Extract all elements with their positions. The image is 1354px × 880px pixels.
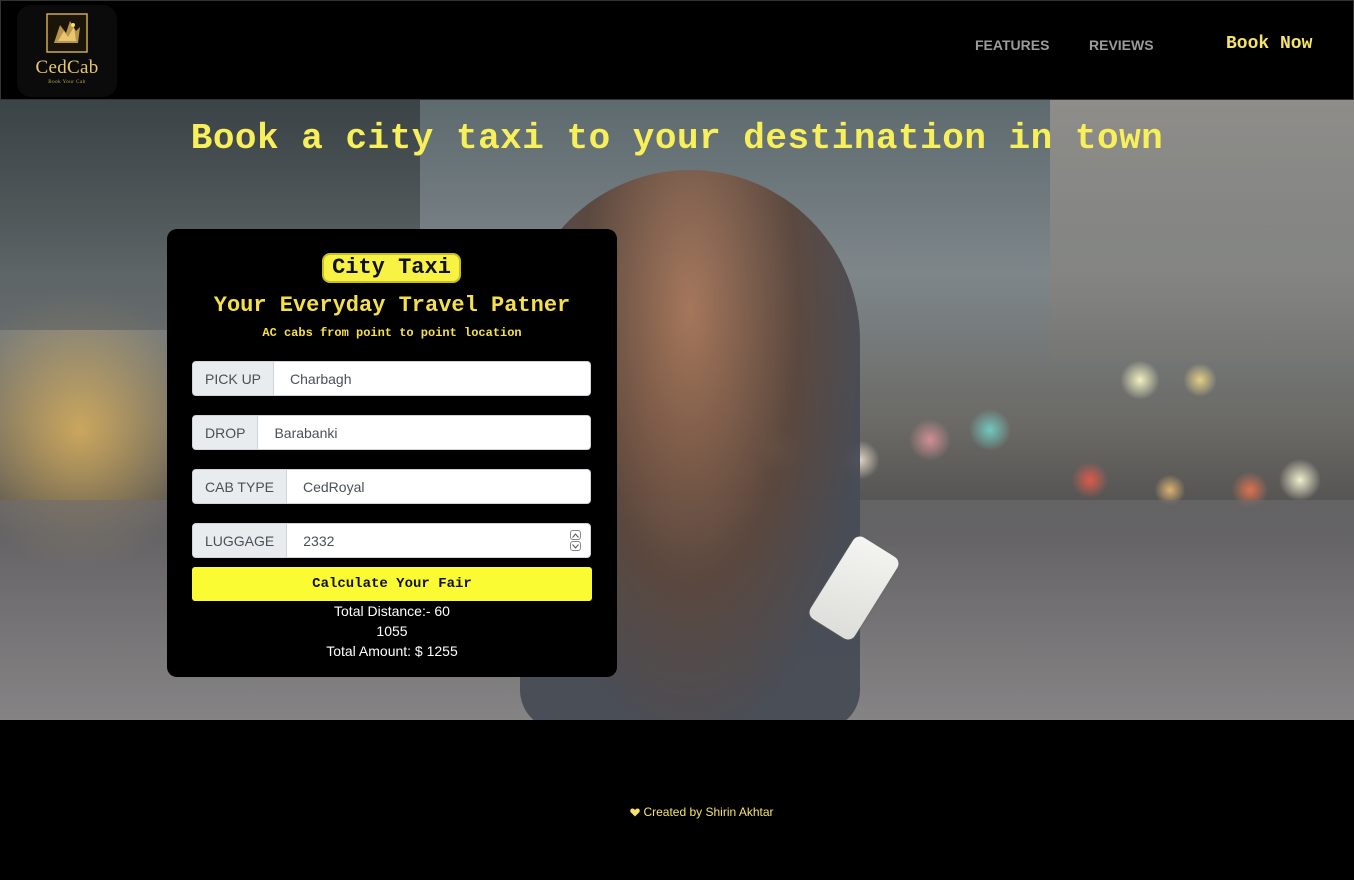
pickup-field: PICK UP	[192, 361, 591, 396]
chevron-down-icon	[571, 543, 579, 549]
stepper-down-button[interactable]	[569, 541, 581, 551]
footer: Created by Shirin Akhtar	[0, 720, 1354, 880]
pickup-input[interactable]	[274, 362, 590, 395]
heart-icon	[630, 808, 641, 817]
pickup-label: PICK UP	[193, 362, 275, 395]
footer-credit-text: Created by Shirin Akhtar	[643, 805, 774, 819]
city-taxi-badge: City Taxi	[322, 253, 461, 283]
fare-intermediate-value: 1055	[376, 623, 408, 639]
total-amount-text: Total Amount: $ 1255	[326, 643, 458, 659]
cab-type-select[interactable]	[287, 470, 590, 503]
cab-type-label: CAB TYPE	[193, 470, 287, 503]
hero-title: Book a city taxi to your destination in …	[190, 118, 1164, 159]
luggage-input[interactable]	[287, 524, 568, 557]
luggage-field: LUGGAGE	[192, 523, 591, 558]
brand-name: CedCab	[35, 57, 99, 78]
cab-type-field: CAB TYPE	[192, 469, 591, 504]
nav-features-link[interactable]: FEATURES	[975, 37, 1049, 53]
navbar: CedCab Book Your Cab FEATURES REVIEWS Bo…	[0, 0, 1354, 100]
drop-label: DROP	[193, 416, 259, 449]
stepper-up-button[interactable]	[569, 530, 581, 540]
chevron-up-icon	[571, 532, 579, 538]
calculate-fare-button[interactable]: Calculate Your Fair	[192, 567, 592, 601]
card-subheading: AC cabs from point to point location	[262, 326, 522, 340]
booking-card: City Taxi Your Everyday Travel Patner AC…	[167, 229, 617, 677]
book-now-link[interactable]: Book Now	[1226, 34, 1312, 54]
luggage-label: LUGGAGE	[193, 524, 288, 557]
total-distance-text: Total Distance:- 60	[334, 603, 450, 619]
drop-input[interactable]	[258, 416, 590, 449]
nav-reviews-link[interactable]: REVIEWS	[1089, 37, 1154, 53]
footer-credit: Created by Shirin Akhtar	[0, 805, 1354, 819]
brand-tagline: Book Your Cab	[48, 80, 86, 85]
brand-logo[interactable]: CedCab Book Your Cab	[17, 5, 117, 97]
card-heading: Your Everyday Travel Patner	[213, 293, 571, 318]
luggage-stepper	[568, 524, 590, 557]
drop-field: DROP	[192, 415, 591, 450]
eagle-emblem-icon	[46, 13, 88, 53]
